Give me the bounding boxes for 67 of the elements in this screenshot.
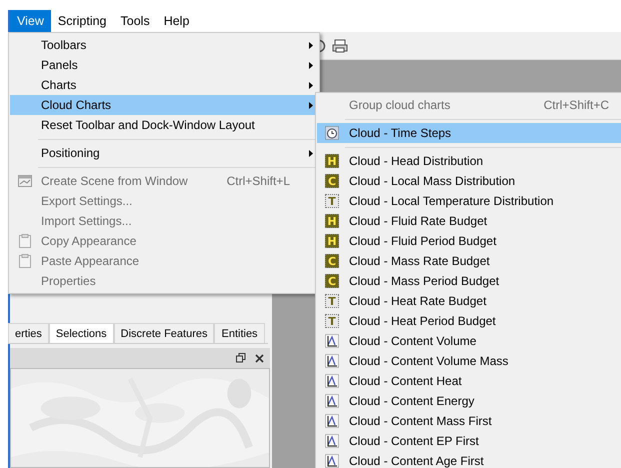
menu-item[interactable]: Cloud - Time Steps [317, 123, 621, 143]
menu-item: Properties [40, 273, 97, 290]
submenu-arrow-icon [309, 62, 313, 68]
submenu-arrow-icon [309, 42, 313, 48]
submenu-arrow-icon [309, 82, 313, 88]
menu-item[interactable]: T Cloud - Heat Period Budget [317, 311, 621, 331]
printer-icon[interactable] [332, 38, 348, 52]
menu-item[interactable]: H Cloud - Fluid Period Budget [317, 231, 621, 251]
menu-item[interactable]: T Cloud - Heat Rate Budget [317, 291, 621, 311]
menu-item[interactable]: Cloud - Content Energy [317, 391, 621, 411]
menu-item[interactable]: H Cloud - Fluid Rate Budget [317, 211, 621, 231]
letter-icon: T [325, 314, 339, 328]
dock-tab[interactable]: Entities [214, 323, 265, 343]
dock-tab[interactable]: Selections [48, 323, 114, 343]
close-icon[interactable] [255, 354, 264, 362]
shortcut-text: Ctrl+Shift+C [544, 97, 609, 114]
menu-item[interactable]: H Cloud - Head Distribution [317, 151, 621, 171]
menu-item[interactable]: Cloud - Content Heat [317, 371, 621, 391]
letter-icon: T [325, 294, 339, 308]
menu-item[interactable]: C Cloud - Local Mass Distribution [317, 171, 621, 191]
chart-icon [325, 414, 339, 428]
menu-item[interactable]: Positioning [10, 143, 318, 163]
menu-item[interactable]: Cloud - Content Volume [317, 331, 621, 351]
chart-icon [325, 434, 339, 448]
menu-item: Paste Appearance [10, 251, 318, 271]
shortcut-text: Ctrl+Shift+L [226, 173, 290, 190]
menu-bar-item[interactable]: Help [156, 10, 196, 32]
menu-item[interactable]: Cloud - Content Mass First [317, 411, 621, 431]
letter-icon: C [325, 274, 339, 288]
letter-icon: H [325, 234, 339, 248]
menu-item: Export Settings... [40, 193, 134, 210]
menu-bar-item[interactable]: View [10, 10, 51, 32]
menu-item[interactable]: Cloud - Content EP First [317, 431, 621, 451]
letter-icon: C [325, 254, 339, 268]
menu-item: Import Settings... [40, 213, 133, 230]
menu-item[interactable]: Charts [10, 75, 318, 95]
menu-item[interactable]: Cloud Charts [10, 95, 318, 115]
menu-bar-item[interactable]: Tools [114, 10, 157, 32]
dock-tab[interactable]: erties [8, 323, 49, 343]
submenu-arrow-icon [309, 150, 313, 156]
menu-item[interactable]: Panels [10, 55, 318, 75]
menu-item: Group cloud charts Ctrl+Shift+C [348, 95, 610, 115]
clipboard-icon [19, 254, 31, 268]
chart-icon [325, 334, 339, 348]
letter-icon: C [325, 174, 339, 188]
restore-icon[interactable] [236, 353, 246, 363]
menu-item[interactable]: T Cloud - Local Temperature Distribution [317, 191, 621, 211]
menu-item[interactable]: C Cloud - Mass Period Budget [317, 271, 621, 291]
submenu-arrow-icon [309, 102, 313, 108]
menu-item[interactable]: Cloud - Content Volume Mass [317, 351, 621, 371]
letter-icon: H [325, 154, 339, 168]
menu-item[interactable]: Reset Toolbar and Dock-Window Layout [10, 115, 318, 135]
clock-icon [325, 126, 339, 140]
letter-icon: H [325, 214, 339, 228]
letter-icon: T [325, 194, 339, 208]
menu-item[interactable]: Toolbars [10, 35, 318, 55]
menu-bar-item[interactable]: Scripting [50, 10, 114, 32]
dock-tab[interactable]: Discrete Features [114, 323, 214, 343]
chart-icon [325, 354, 339, 368]
clipboard-icon [19, 234, 31, 248]
menu-item[interactable]: Cloud - Content Age First [317, 451, 621, 468]
menu-item: Copy Appearance [10, 231, 318, 251]
window-icon [18, 175, 32, 187]
menu-item: Create Scene from Window Ctrl+Shift+L [10, 171, 318, 191]
chart-icon [325, 374, 339, 388]
chart-icon [325, 394, 339, 408]
menu-item[interactable]: C Cloud - Mass Rate Budget [317, 251, 621, 271]
